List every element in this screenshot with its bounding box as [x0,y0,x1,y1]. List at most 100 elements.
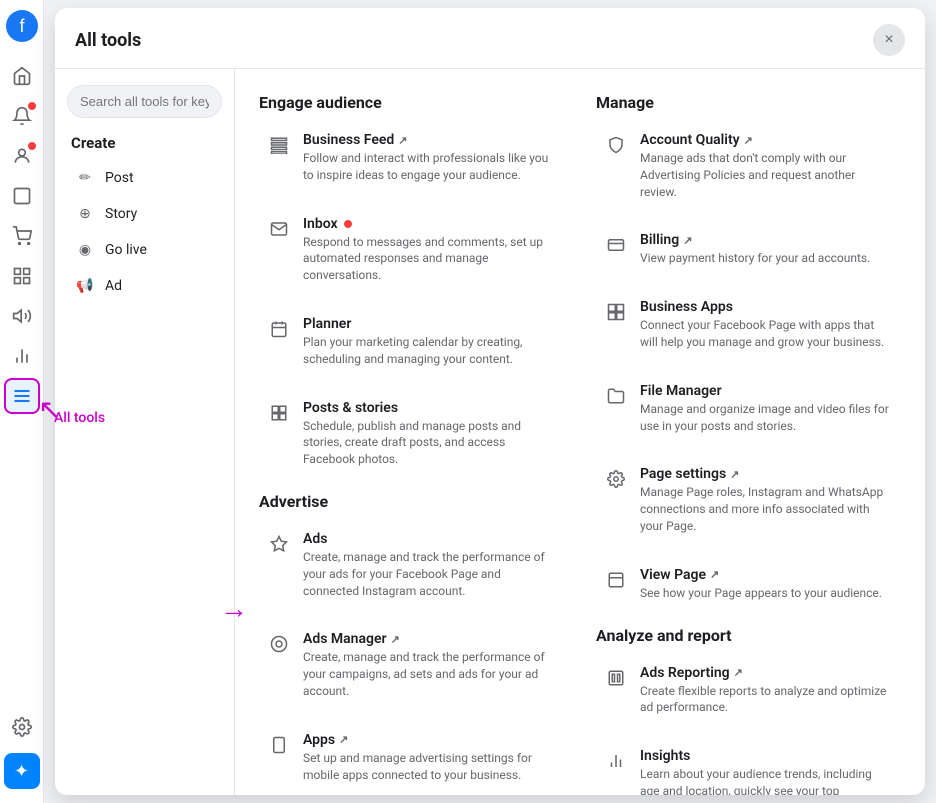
sidebar-grid-icon[interactable] [4,258,40,294]
business-feed-name: Business Feed ↗ [303,132,556,148]
billing-ext-icon: ↗ [683,234,692,247]
ads-manager-item[interactable]: Ads Manager ↗ Create, manage and track t… [259,623,564,707]
ads-reporting-name: Ads Reporting ↗ [640,665,893,681]
post-icon: ✏ [75,168,95,188]
planner-item[interactable]: Planner Plan your marketing calendar by … [259,308,564,376]
sidebar-megaphone-icon[interactable] [4,298,40,334]
file-manager-item[interactable]: File Manager Manage and organize image a… [596,375,901,443]
modal-body: Create ✏ Post ⊕ Story ◉ Go live 📢 Ad E [55,69,925,795]
billing-item[interactable]: Billing ↗ View payment history for your … [596,224,901,275]
left-content-column: Engage audience Business Feed ↗ Follow a… [259,89,580,795]
sidebar-star-icon[interactable]: ✦ [4,753,40,789]
create-section-title: Create [67,134,222,152]
insights-item[interactable]: Insights Learn about your audience trend… [596,740,901,795]
planner-desc: Plan your marketing calendar by creating… [303,334,556,368]
ads-manager-icon [267,632,291,656]
page-settings-item[interactable]: Page settings ↗ Manage Page roles, Insta… [596,458,901,542]
page-settings-ext-icon: ↗ [730,468,739,481]
events-manager-arrow: → [220,592,248,625]
left-panel: Create ✏ Post ⊕ Story ◉ Go live 📢 Ad [55,69,235,795]
business-apps-desc: Connect your Facebook Page with apps tha… [640,317,893,351]
story-icon: ⊕ [75,204,95,224]
external-link-icon: ↗ [398,134,407,147]
apps-item[interactable]: Apps ↗ Set up and manage advertising set… [259,724,564,792]
page-settings-icon [604,467,628,491]
sidebar-bell-icon[interactable] [4,98,40,134]
search-input[interactable] [67,85,222,118]
posts-stories-name: Posts & stories [303,400,556,416]
ad-icon: 📢 [75,276,95,296]
sidebar-shop-icon[interactable] [4,218,40,254]
sidebar-pages-icon[interactable] [4,178,40,214]
business-apps-item[interactable]: Business Apps Connect your Facebook Page… [596,291,901,359]
insights-name: Insights [640,748,893,764]
ads-reporting-ext-icon: ↗ [734,666,743,679]
golive-label: Go live [105,242,147,258]
account-quality-name: Account Quality ↗ [640,132,893,148]
golive-icon: ◉ [75,240,95,260]
inbox-icon [267,217,291,241]
business-apps-icon [604,300,628,324]
business-feed-icon [267,133,291,157]
apps-ext-icon: ↗ [339,733,348,746]
create-post-item[interactable]: ✏ Post [67,160,222,196]
right-content: Engage audience Business Feed ↗ Follow a… [235,69,925,795]
view-page-desc: See how your Page appears to your audien… [640,585,882,602]
close-button[interactable]: × [873,24,905,56]
story-label: Story [105,206,137,222]
sidebar-settings-icon[interactable] [4,709,40,745]
ads-reporting-info: Ads Reporting ↗ Create flexible reports … [640,665,893,717]
sidebar-all-tools-icon[interactable] [4,378,40,414]
create-golive-item[interactable]: ◉ Go live [67,232,222,268]
posts-stories-desc: Schedule, publish and manage posts and s… [303,418,556,468]
ads-item[interactable]: Ads Create, manage and track the perform… [259,523,564,607]
post-label: Post [105,170,134,186]
page-settings-info: Page settings ↗ Manage Page roles, Insta… [640,466,893,534]
ads-manager-desc: Create, manage and track the performance… [303,649,556,699]
posts-stories-icon [267,401,291,425]
inbox-desc: Respond to messages and comments, set up… [303,234,556,284]
view-page-name: View Page ↗ [640,567,882,583]
account-quality-item[interactable]: Account Quality ↗ Manage ads that don't … [596,124,901,208]
ads-manager-name: Ads Manager ↗ [303,631,556,647]
business-feed-info: Business Feed ↗ Follow and interact with… [303,132,556,184]
file-manager-name: File Manager [640,383,893,399]
view-page-icon [604,568,628,592]
sidebar-bottom: ✦ [4,709,40,793]
billing-info: Billing ↗ View payment history for your … [640,232,870,267]
meta-logo[interactable]: f [6,10,38,42]
ads-manager-info: Ads Manager ↗ Create, manage and track t… [303,631,556,699]
profile-badge [28,142,36,150]
business-feed-item[interactable]: Business Feed ↗ Follow and interact with… [259,124,564,192]
insights-icon [604,749,628,773]
inbox-item[interactable]: Inbox Respond to messages and comments, … [259,208,564,292]
bell-badge [28,102,36,110]
posts-stories-item[interactable]: Posts & stories Schedule, publish and ma… [259,392,564,476]
create-story-item[interactable]: ⊕ Story [67,196,222,232]
business-feed-desc: Follow and interact with professionals l… [303,150,556,184]
page-settings-desc: Manage Page roles, Instagram and WhatsAp… [640,484,893,534]
create-ad-item[interactable]: 📢 Ad [67,268,222,304]
sidebar-home-icon[interactable] [4,58,40,94]
inbox-name: Inbox [303,216,556,232]
ads-desc: Create, manage and track the performance… [303,549,556,599]
sidebar-chart-icon[interactable] [4,338,40,374]
view-page-item[interactable]: View Page ↗ See how your Page appears to… [596,559,901,610]
file-manager-info: File Manager Manage and organize image a… [640,383,893,435]
account-quality-desc: Manage ads that don't comply with our Ad… [640,150,893,200]
ads-reporting-item[interactable]: Ads Reporting ↗ Create flexible reports … [596,657,901,725]
apps-info: Apps ↗ Set up and manage advertising set… [303,732,556,784]
view-page-info: View Page ↗ See how your Page appears to… [640,567,882,602]
manage-heading: Manage [596,93,901,112]
insights-info: Insights Learn about your audience trend… [640,748,893,795]
apps-icon [267,733,291,757]
all-tools-modal: All tools × Create ✏ Post ⊕ Story ◉ Go l… [55,8,925,795]
apps-desc: Set up and manage advertising settings f… [303,750,556,784]
sidebar-profile-icon[interactable] [4,138,40,174]
business-apps-info: Business Apps Connect your Facebook Page… [640,299,893,351]
right-content-column: Manage Account Quality ↗ Manage ads that… [580,89,901,795]
ads-name: Ads [303,531,556,547]
engage-audience-heading: Engage audience [259,93,564,112]
account-quality-icon [604,133,628,157]
ads-reporting-desc: Create flexible reports to analyze and o… [640,683,893,717]
